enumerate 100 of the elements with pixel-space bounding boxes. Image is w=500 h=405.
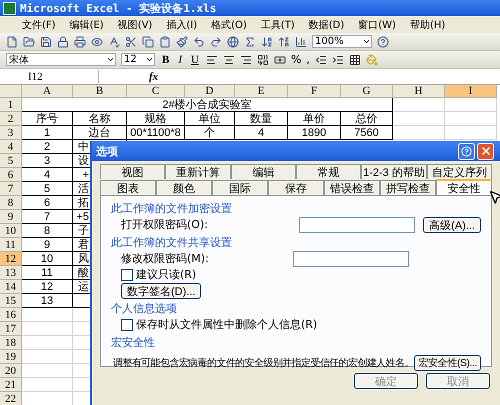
empty-cell[interactable] — [445, 126, 497, 140]
tab[interactable]: 保存 — [268, 180, 324, 195]
paste-icon[interactable] — [159, 36, 171, 48]
underline-button[interactable]: U — [189, 54, 201, 66]
comma-style-button[interactable]: , — [306, 53, 310, 66]
row-header[interactable]: 16 — [0, 308, 22, 322]
column-header[interactable]: B — [73, 85, 127, 98]
row-header[interactable]: 12 — [0, 252, 22, 266]
column-header[interactable]: A — [22, 85, 73, 98]
function-label[interactable]: fx — [149, 70, 158, 82]
tab[interactable]: 重新计算 — [165, 164, 231, 179]
tab[interactable]: 拼写检查 — [380, 180, 436, 195]
row-header[interactable]: 8 — [0, 196, 22, 210]
tab[interactable]: 图表 — [100, 180, 156, 195]
menu-item[interactable]: 工具(T) — [260, 18, 295, 32]
row-header[interactable]: 20 — [0, 364, 22, 378]
password-field[interactable] — [299, 216, 416, 232]
open-folder-icon[interactable] — [23, 36, 35, 48]
empty-cell[interactable] — [445, 98, 497, 112]
column-header[interactable]: H — [393, 85, 445, 98]
macro-security-button[interactable]: 宏安全性(S)... — [414, 354, 481, 370]
tab[interactable]: 安全性 — [436, 179, 492, 195]
checkbox[interactable] — [121, 268, 133, 280]
format-painter-icon[interactable] — [176, 36, 188, 48]
align-left-icon[interactable] — [206, 54, 218, 66]
print-preview-icon[interactable] — [91, 36, 103, 48]
tab[interactable]: 国际 — [212, 180, 268, 195]
redo-icon[interactable] — [210, 36, 222, 48]
digital-signature-button[interactable]: 数字签名(D)... — [121, 282, 202, 298]
tab[interactable]: 1-2-3 的帮助 — [361, 164, 427, 179]
sum-icon[interactable] — [244, 36, 256, 48]
column-header[interactable]: F — [288, 85, 341, 98]
password-field[interactable] — [293, 250, 409, 266]
menu-item[interactable]: 文件(F) — [22, 18, 56, 32]
empty-cell[interactable] — [393, 112, 445, 126]
row-header[interactable]: 2 — [0, 112, 22, 126]
row-header[interactable]: 4 — [0, 140, 22, 154]
percent-style-button[interactable]: % — [290, 53, 302, 66]
print-icon[interactable] — [74, 36, 86, 48]
menu-item[interactable]: 编辑(E) — [70, 18, 104, 32]
row-header[interactable]: 21 — [0, 378, 22, 392]
menu-item[interactable]: 数据(D) — [308, 18, 344, 32]
name-box[interactable]: I12 — [0, 70, 99, 83]
undo-icon[interactable] — [193, 36, 205, 48]
row-header[interactable]: 13 — [0, 266, 22, 280]
currency-icon[interactable] — [274, 54, 286, 66]
row-header[interactable]: 10 — [0, 224, 22, 238]
menu-item[interactable]: 视图(V) — [118, 18, 152, 32]
menu-item[interactable]: 窗口(W) — [358, 18, 396, 32]
decrease-indent-icon[interactable] — [314, 54, 327, 66]
tab[interactable]: 颜色 — [156, 180, 212, 195]
italic-button[interactable]: I — [176, 54, 184, 66]
help-button[interactable] — [458, 142, 475, 160]
row-header[interactable]: 5 — [0, 154, 22, 168]
column-header[interactable]: I — [445, 85, 497, 98]
globe-icon[interactable] — [227, 36, 239, 48]
fill-color-icon[interactable] — [366, 54, 378, 66]
row-header[interactable]: 22 — [0, 392, 22, 405]
cut-icon[interactable] — [125, 36, 137, 48]
row-header[interactable]: 3 — [0, 126, 22, 140]
help-icon[interactable] — [377, 36, 389, 48]
tab[interactable]: 错误检查 — [324, 180, 380, 195]
row-header[interactable]: 18 — [0, 336, 22, 350]
zoom-dropdown[interactable]: 100% — [312, 35, 372, 48]
row-header[interactable]: 11 — [0, 238, 22, 252]
row-header[interactable]: 14 — [0, 280, 22, 294]
tab[interactable]: 常规 — [296, 164, 362, 179]
new-file-icon[interactable] — [6, 36, 18, 48]
align-right-icon[interactable] — [240, 54, 252, 66]
checkbox[interactable] — [121, 318, 133, 330]
row-header[interactable]: 6 — [0, 168, 22, 182]
close-button[interactable] — [477, 142, 494, 160]
save-icon[interactable] — [40, 36, 52, 48]
column-header[interactable]: G — [341, 85, 393, 98]
menu-item[interactable]: 格式(O) — [211, 18, 247, 32]
column-header[interactable]: C — [127, 85, 185, 98]
font-size-dropdown[interactable]: 12 — [121, 53, 155, 66]
column-header[interactable]: E — [235, 85, 288, 98]
row-header[interactable]: 1 — [0, 98, 22, 112]
column-header[interactable]: D — [185, 85, 235, 98]
sort-descending-icon[interactable] — [278, 36, 290, 48]
menu-item[interactable]: 插入(I) — [166, 18, 198, 32]
tab[interactable]: 视图 — [100, 164, 166, 179]
borders-icon[interactable] — [348, 54, 361, 66]
empty-cell[interactable] — [445, 112, 497, 126]
row-header[interactable]: 7 — [0, 182, 22, 196]
sort-ascending-icon[interactable] — [261, 36, 273, 48]
tab[interactable]: 自定义序列 — [426, 164, 492, 179]
row-header[interactable]: 17 — [0, 322, 22, 336]
advanced-button[interactable]: 高级(A)... — [423, 216, 481, 232]
lock-icon[interactable] — [57, 36, 69, 48]
empty-cell[interactable] — [393, 98, 445, 112]
align-center-icon[interactable] — [222, 54, 235, 66]
merge-cells-icon[interactable] — [256, 54, 269, 66]
bold-button[interactable]: B — [160, 54, 172, 66]
menu-item[interactable]: 帮助(H) — [410, 18, 446, 32]
font-dropdown[interactable]: 宋体 — [6, 53, 116, 66]
row-header[interactable]: 19 — [0, 350, 22, 364]
spell-check-icon[interactable] — [108, 36, 120, 48]
chart-icon[interactable] — [295, 36, 307, 48]
